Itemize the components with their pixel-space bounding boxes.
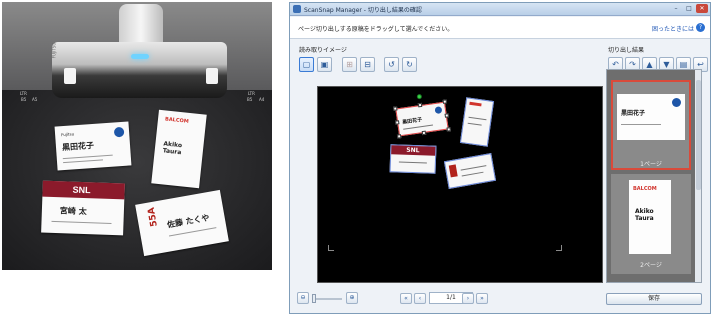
title-bar[interactable]: ScanSnap Manager - 切り出し結果の確認 – □ ✕ [290, 3, 710, 16]
resize-handle[interactable] [417, 102, 423, 108]
company-logo-icon [434, 106, 443, 115]
product-photo: FUJITSU LTR B5 A5 LTR B5 A4 Fujitsu 黒田花子… [2, 2, 272, 270]
instruction-bar: ページ切り出しする原稿をドラッグして選んでください。 困ったときには ? [290, 17, 710, 39]
resize-handle[interactable] [446, 127, 451, 132]
card-line [461, 171, 484, 177]
detected-card-selected[interactable]: 黒田花子 [393, 93, 451, 139]
previous-page-button[interactable]: ‹ [414, 293, 426, 304]
maximize-button[interactable]: □ [683, 4, 695, 13]
card-logo: BALCOM [633, 186, 657, 192]
card-name: 佐藤 たくや [166, 213, 211, 230]
vertical-scrollbar[interactable] [695, 70, 701, 282]
card-company: Fujitsu [60, 131, 75, 138]
card-line [63, 159, 104, 164]
resize-handle[interactable] [396, 134, 402, 139]
mat-label: A5 [32, 97, 38, 102]
detected-card[interactable] [459, 97, 495, 147]
card-logo: 55A [146, 206, 160, 228]
scanner-brand-label: FUJITSU [51, 42, 57, 59]
save-button[interactable]: 保存 [606, 293, 702, 305]
mat-label: LTR [20, 91, 27, 96]
card-name: 黒田花子 [401, 117, 423, 126]
card-logo: SNL [406, 146, 420, 155]
business-card: SNL 宮崎 太 [41, 180, 125, 236]
resize-handle[interactable] [442, 99, 448, 104]
help-link[interactable]: 困ったときには [652, 24, 694, 33]
thumbnail-card: 黒田花子 [617, 94, 685, 140]
resize-handle[interactable] [421, 130, 427, 136]
company-logo-icon [672, 98, 681, 107]
zoom-out-icon[interactable]: ⊖ [297, 292, 309, 304]
window-title: ScanSnap Manager - 切り出し結果の確認 [304, 7, 422, 14]
card-line [467, 122, 482, 126]
business-card: BALCOM Akiko Taura [151, 109, 207, 189]
delete-crop-icon[interactable]: ⊟ [360, 57, 375, 72]
help-icon[interactable]: ? [696, 23, 705, 32]
resize-handle[interactable] [394, 120, 400, 125]
last-page-button[interactable]: » [476, 293, 488, 304]
scansnap-manager-window: ScanSnap Manager - 切り出し結果の確認 – □ ✕ ページ切り… [289, 2, 711, 314]
card-name: 黒田花子 [621, 110, 646, 117]
close-button[interactable]: ✕ [696, 4, 708, 13]
card-line [621, 124, 661, 125]
mat-label: LTR [248, 91, 255, 96]
single-view-icon[interactable]: ▢ [299, 57, 314, 72]
crop-corner-marker [328, 245, 334, 251]
card-line [460, 165, 487, 171]
business-card: Fujitsu 黒田花子 [54, 121, 132, 171]
zoom-in-icon[interactable]: ⊕ [346, 292, 358, 304]
company-logo-icon [113, 126, 125, 138]
card-line [468, 116, 487, 121]
zoom-slider-track[interactable] [314, 298, 342, 300]
mat-label: B5 [247, 97, 253, 102]
rotation-handle-icon[interactable] [416, 93, 423, 100]
crop-results-list[interactable]: 黒田花子 1ページ BALCOM Akiko Taura 2ページ [606, 69, 702, 283]
rotate-right-icon[interactable]: ↻ [402, 57, 417, 72]
zoom-slider-handle[interactable] [312, 294, 316, 303]
card-name: 黒田花子 [61, 140, 95, 153]
detected-card[interactable] [443, 153, 497, 189]
first-page-button[interactable]: « [400, 293, 412, 304]
scrollbar-thumb[interactable] [696, 80, 701, 190]
resize-handle[interactable] [393, 106, 398, 111]
result-thumbnail-selected[interactable]: 黒田花子 1ページ [611, 80, 691, 170]
thumbnail-caption: 1ページ [640, 161, 662, 168]
scan-light-icon [131, 54, 149, 59]
crop-corner-marker [556, 245, 562, 251]
rotate-left-icon[interactable]: ↺ [384, 57, 399, 72]
card-line [403, 124, 434, 130]
card-line [62, 154, 113, 160]
mat-label: A4 [259, 97, 265, 102]
scan-image-label: 読み取りイメージ [299, 47, 347, 54]
card-logo-mark [469, 101, 482, 107]
card-logo: BALCOM [164, 116, 189, 125]
minimize-button[interactable]: – [670, 4, 682, 13]
card-logo-mark [448, 164, 458, 178]
composite-figure: FUJITSU LTR B5 A5 LTR B5 A4 Fujitsu 黒田花子… [0, 0, 715, 330]
multi-view-icon[interactable]: ▣ [317, 57, 332, 72]
card-line [51, 220, 112, 225]
card-line [398, 161, 427, 164]
scanner-side-button-left [64, 68, 76, 84]
app-icon [293, 5, 301, 13]
detected-card[interactable]: SNL [389, 144, 437, 174]
scanner-side-button-right [206, 68, 218, 84]
resize-handle[interactable] [444, 113, 450, 118]
instruction-text: ページ切り出しする原稿をドラッグして選んでください。 [298, 26, 454, 33]
scanner-body [52, 42, 227, 98]
thumbnail-caption: 2ページ [640, 262, 662, 269]
next-page-button[interactable]: › [462, 293, 474, 304]
crop-results-label: 切り出し結果 [608, 47, 645, 54]
card-name: Akiko Taura [162, 140, 183, 157]
card-name: Akiko Taura [635, 208, 654, 222]
card-name: 宮崎 太 [59, 206, 87, 217]
thumbnail-card: BALCOM Akiko Taura [629, 180, 671, 254]
scan-image-viewer[interactable]: 黒田花子 SNL [317, 86, 603, 283]
card-logo: SNL [72, 184, 91, 196]
add-crop-icon[interactable]: ⊞ [342, 57, 357, 72]
mat-label: B5 [21, 97, 27, 102]
result-thumbnail[interactable]: BALCOM Akiko Taura 2ページ [611, 174, 691, 274]
